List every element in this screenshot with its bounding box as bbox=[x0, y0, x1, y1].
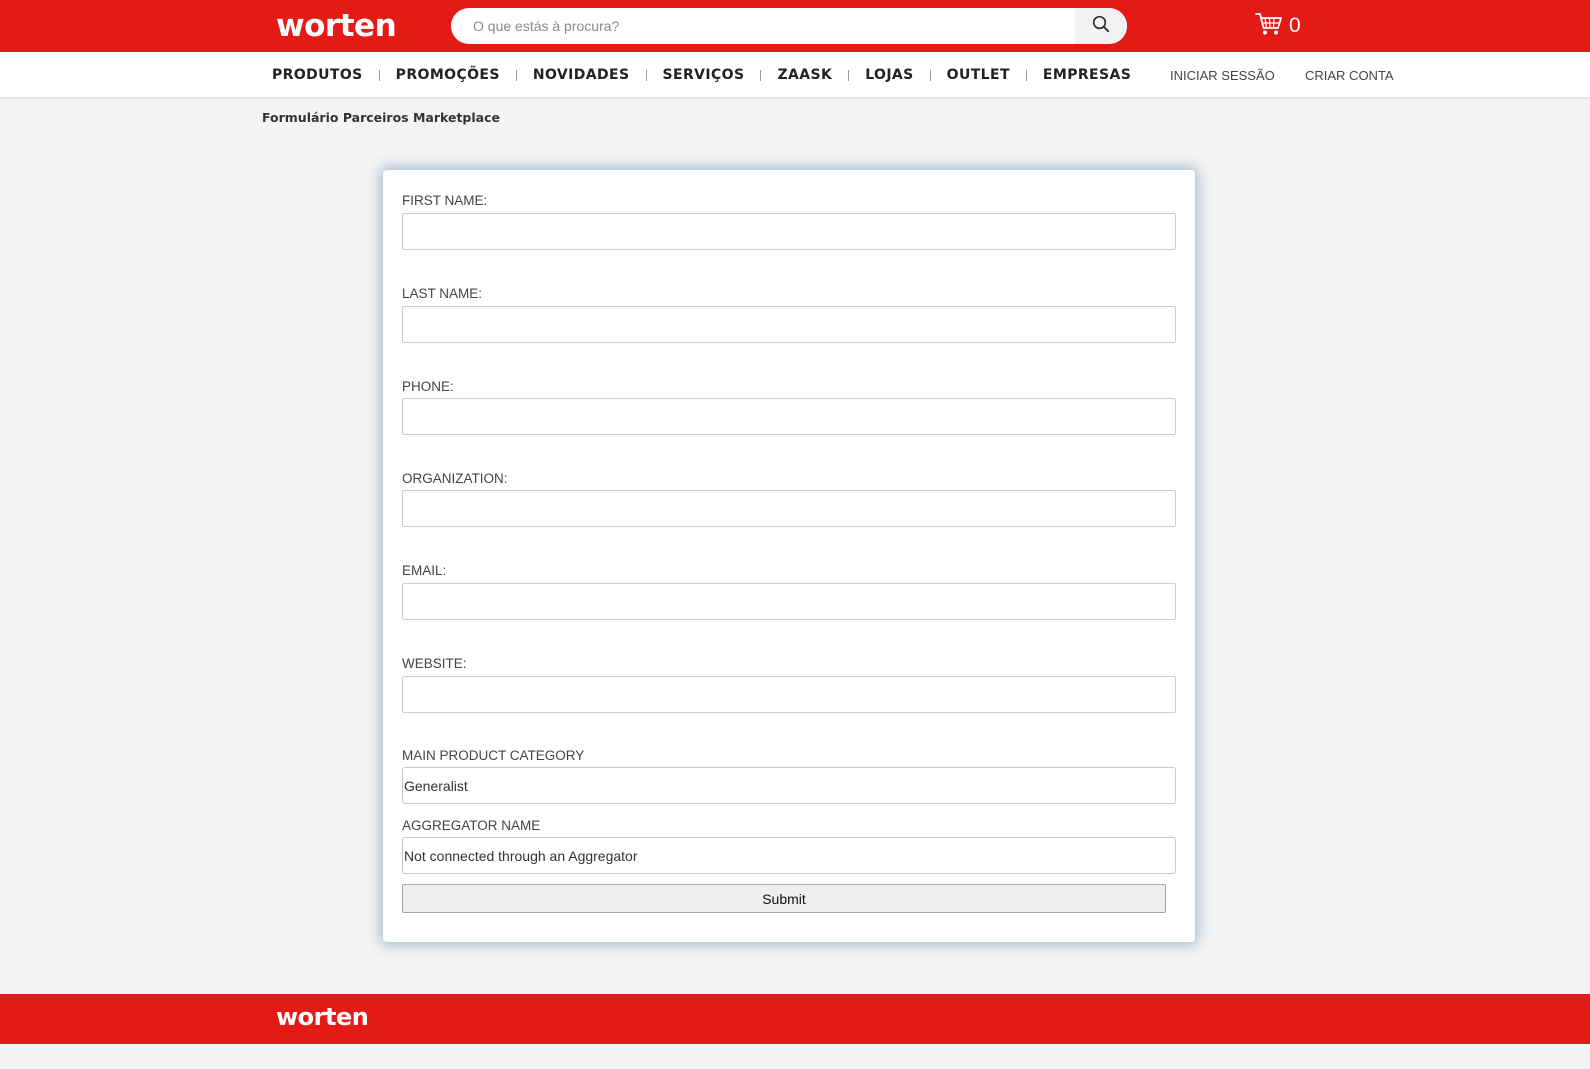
cart-count: 0 bbox=[1289, 14, 1301, 37]
organization-input[interactable] bbox=[402, 490, 1176, 527]
phone-input[interactable] bbox=[402, 398, 1176, 435]
cart-icon bbox=[1255, 11, 1283, 42]
website-label: WEBSITE: bbox=[402, 656, 467, 671]
search-bar bbox=[451, 8, 1127, 44]
organization-label: ORGANIZATION: bbox=[402, 471, 508, 486]
nav-item-promocoes[interactable]: PROMOÇÕES bbox=[380, 67, 516, 83]
category-selected-value: Generalist bbox=[404, 777, 468, 794]
first-name-input[interactable] bbox=[402, 213, 1176, 250]
search-input[interactable] bbox=[451, 8, 1074, 44]
aggregator-label: AGGREGATOR NAME bbox=[402, 818, 541, 833]
page-title: Formulário Parceiros Marketplace bbox=[262, 110, 500, 125]
last-name-label: LAST NAME: bbox=[402, 286, 483, 301]
category-label: MAIN PRODUCT CATEGORY bbox=[402, 748, 585, 763]
nav-item-lojas[interactable]: LOJAS bbox=[849, 67, 929, 83]
submit-button[interactable]: Submit bbox=[402, 884, 1166, 913]
footer: worten bbox=[0, 994, 1590, 1044]
phone-label: PHONE: bbox=[402, 379, 454, 394]
nav-item-novidades[interactable]: NOVIDADES bbox=[517, 67, 646, 83]
last-name-input[interactable] bbox=[402, 306, 1176, 343]
worten-logo[interactable]: worten bbox=[276, 8, 397, 44]
category-select[interactable]: Generalist bbox=[402, 767, 1176, 804]
nav-item-empresas[interactable]: EMPRESAS bbox=[1027, 67, 1147, 83]
nav-item-servicos[interactable]: SERVIÇOS bbox=[647, 67, 761, 83]
register-link[interactable]: CRIAR CONTA bbox=[1305, 68, 1394, 83]
search-icon bbox=[1092, 15, 1110, 38]
cart-button[interactable]: 0 bbox=[1255, 10, 1301, 42]
main-navigation: PRODUTOS PROMOÇÕES NOVIDADES SERVIÇOS ZA… bbox=[0, 52, 1590, 98]
partner-form: FIRST NAME: LAST NAME: PHONE: ORGANIZATI… bbox=[383, 170, 1195, 942]
aggregator-select[interactable]: Not connected through an Aggregator bbox=[402, 837, 1176, 874]
nav-item-produtos[interactable]: PRODUTOS bbox=[256, 67, 379, 83]
login-link[interactable]: INICIAR SESSÃO bbox=[1170, 68, 1275, 83]
nav-menu: PRODUTOS PROMOÇÕES NOVIDADES SERVIÇOS ZA… bbox=[256, 52, 1147, 98]
email-input[interactable] bbox=[402, 583, 1176, 620]
search-button[interactable] bbox=[1075, 8, 1127, 44]
website-input[interactable] bbox=[402, 676, 1176, 713]
email-label: EMAIL: bbox=[402, 563, 447, 578]
nav-item-outlet[interactable]: OUTLET bbox=[931, 67, 1026, 83]
first-name-label: FIRST NAME: bbox=[402, 193, 488, 208]
nav-item-zaask[interactable]: ZAASK bbox=[761, 67, 848, 83]
aggregator-selected-value: Not connected through an Aggregator bbox=[404, 847, 638, 864]
footer-logo[interactable]: worten bbox=[276, 1002, 369, 1032]
top-header: worten 0 bbox=[0, 0, 1590, 52]
